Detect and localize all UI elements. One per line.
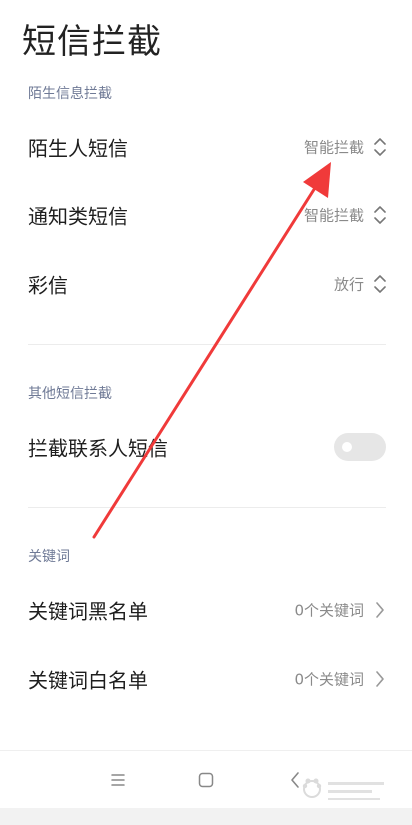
row-value: 0个关键词 bbox=[294, 601, 364, 620]
bottom-strip bbox=[0, 808, 412, 825]
row-title: 关键词黑名单 bbox=[28, 599, 148, 624]
menu-button[interactable] bbox=[101, 763, 135, 797]
divider bbox=[28, 507, 386, 508]
row-title: 通知类短信 bbox=[28, 204, 128, 229]
home-icon bbox=[198, 772, 214, 788]
block-contact-sms-toggle[interactable] bbox=[334, 433, 386, 461]
row-notification-sms[interactable]: 通知类短信 智能拦截 bbox=[0, 185, 412, 245]
row-keyword-blacklist[interactable]: 关键词黑名单 0个关键词 bbox=[0, 580, 412, 640]
row-value: 智能拦截 bbox=[303, 206, 364, 225]
toggle-knob bbox=[342, 442, 352, 452]
chevron-right-icon bbox=[372, 599, 388, 621]
unfold-icon bbox=[372, 273, 388, 295]
row-title: 陌生人短信 bbox=[28, 136, 128, 161]
row-stranger-sms[interactable]: 陌生人短信 智能拦截 bbox=[0, 117, 412, 177]
row-title: 彩信 bbox=[28, 273, 68, 298]
row-mms[interactable]: 彩信 放行 bbox=[0, 254, 412, 314]
chevron-right-icon bbox=[372, 668, 388, 690]
page-title: 短信拦截 bbox=[22, 22, 162, 62]
divider bbox=[28, 344, 386, 345]
row-keyword-whitelist[interactable]: 关键词白名单 0个关键词 bbox=[0, 649, 412, 709]
unfold-icon bbox=[372, 204, 388, 226]
row-block-contact-sms[interactable]: 拦截联系人短信 bbox=[0, 417, 412, 477]
section-header-other: 其他短信拦截 bbox=[28, 386, 112, 402]
row-title: 拦截联系人短信 bbox=[28, 436, 168, 461]
row-title: 关键词白名单 bbox=[28, 668, 148, 693]
unfold-icon bbox=[372, 136, 388, 158]
sms-intercept-page: 短信拦截 陌生信息拦截 陌生人短信 智能拦截 通知类短信 智能拦截 彩信 放行 … bbox=[0, 0, 412, 825]
section-header-keywords: 关键词 bbox=[28, 549, 70, 565]
row-value: 智能拦截 bbox=[303, 138, 364, 157]
watermark-logo bbox=[302, 778, 384, 800]
row-value: 0个关键词 bbox=[294, 670, 364, 689]
home-button[interactable] bbox=[189, 763, 223, 797]
section-header-stranger: 陌生信息拦截 bbox=[28, 86, 112, 102]
row-value: 放行 bbox=[333, 275, 364, 294]
menu-icon bbox=[111, 774, 125, 786]
